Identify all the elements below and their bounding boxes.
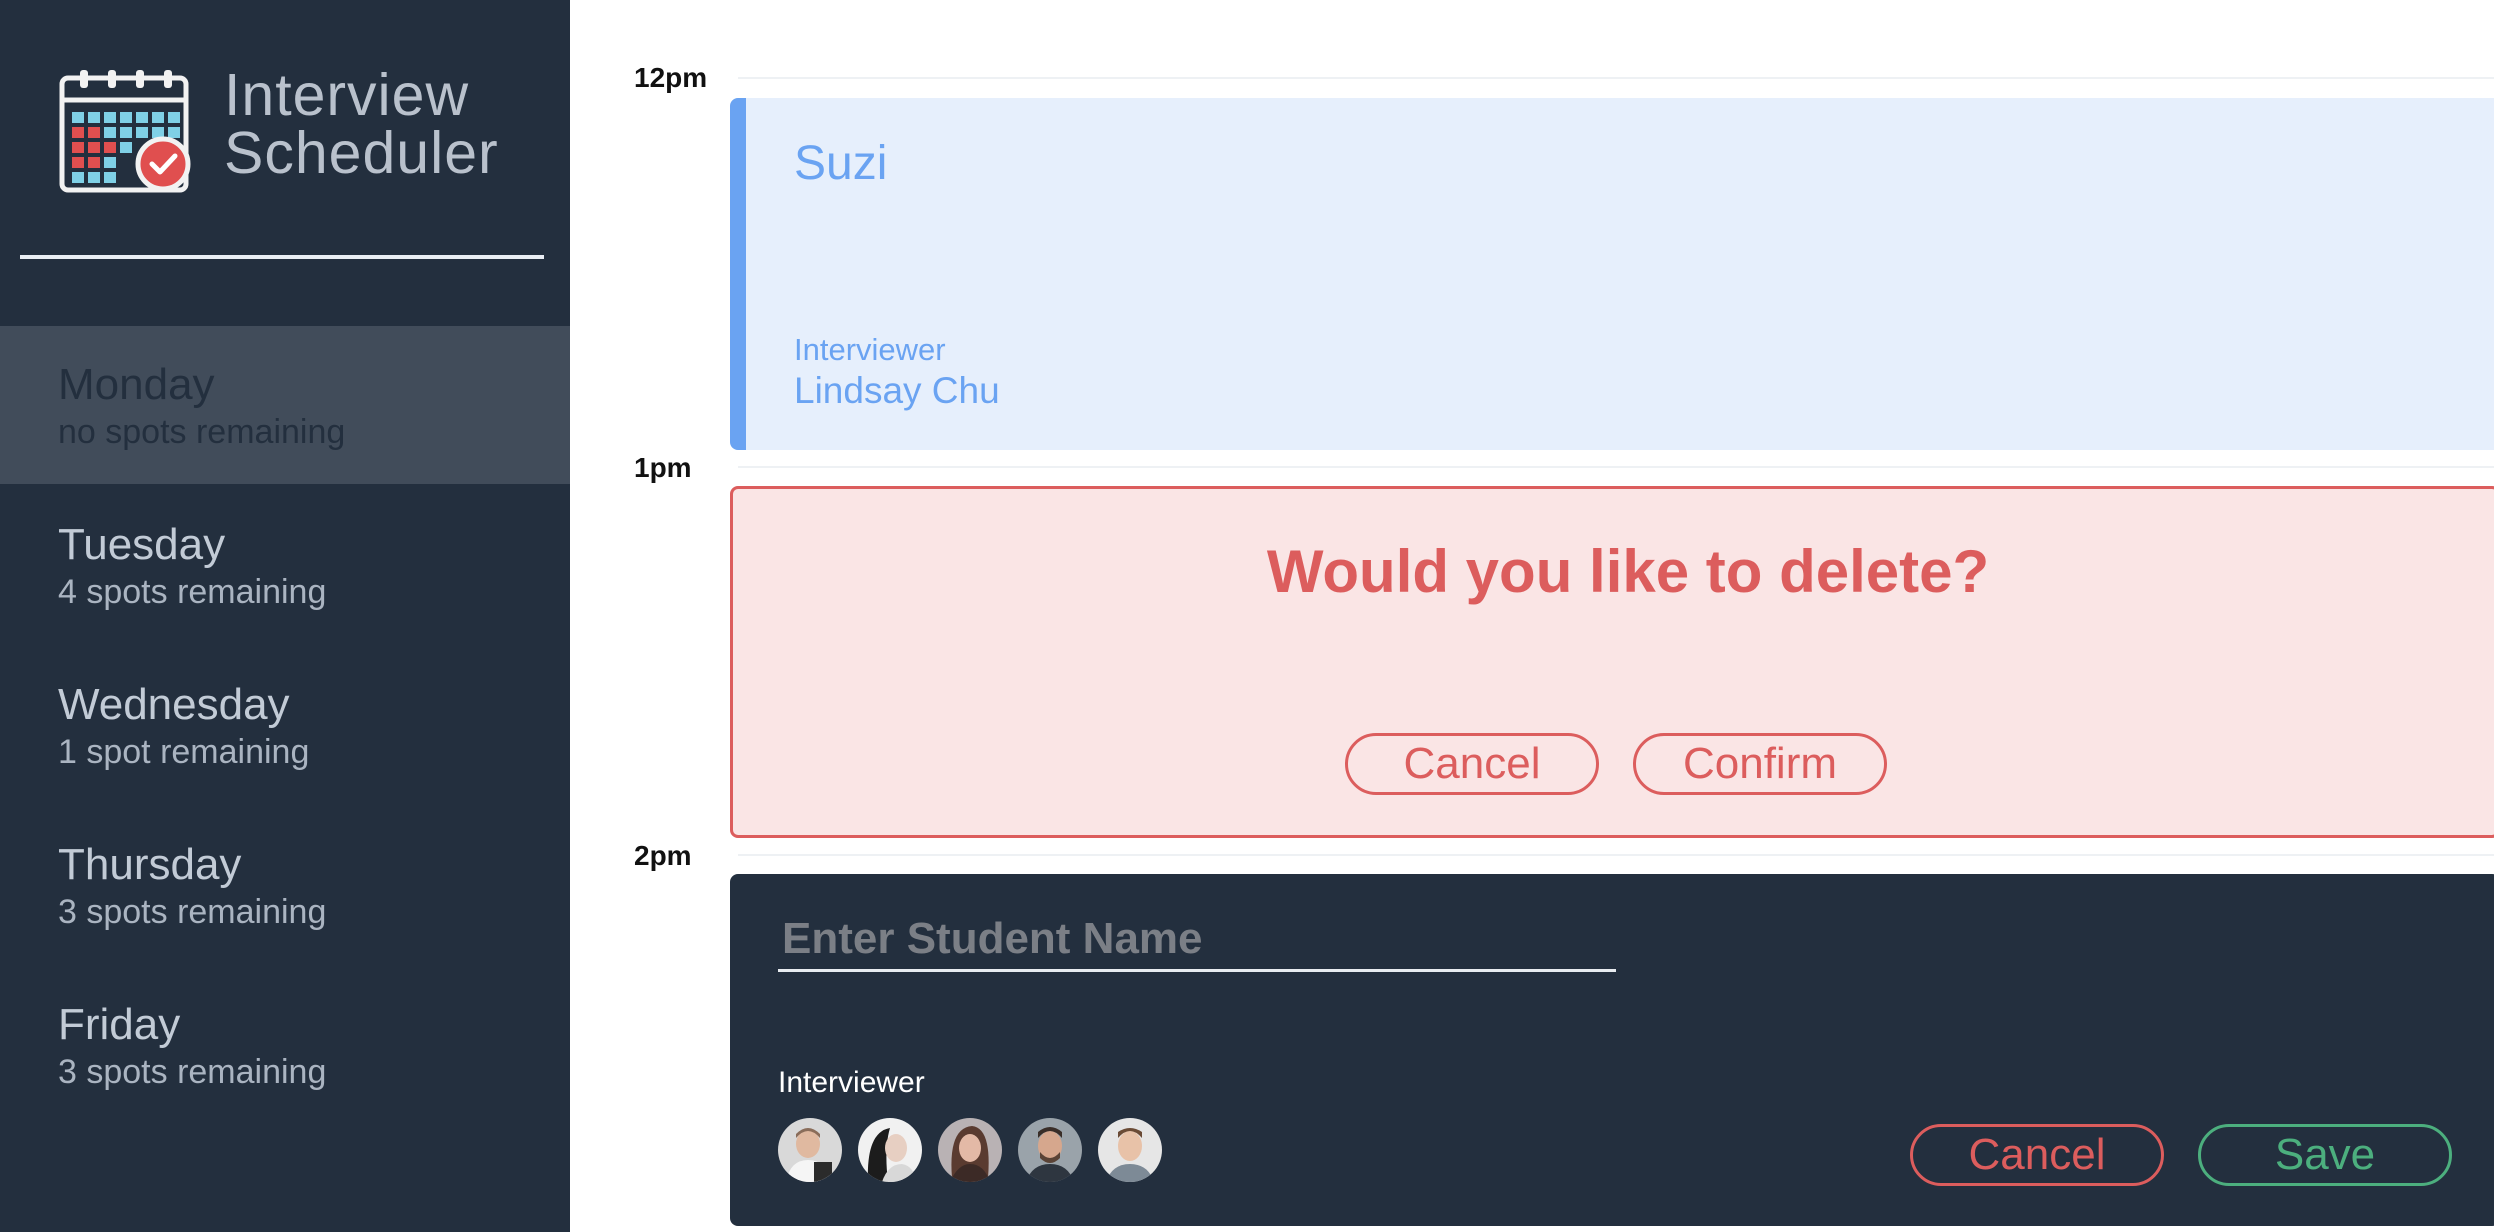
interviewer-avatar-5[interactable] bbox=[1098, 1118, 1162, 1182]
day-name: Wednesday bbox=[58, 680, 290, 729]
hour-separator bbox=[738, 77, 2494, 79]
day-spots: 1 spot remaining bbox=[58, 733, 310, 771]
sidebar: Interview Scheduler Monday no spots rema… bbox=[0, 0, 570, 1232]
confirm-cancel-button[interactable]: Cancel bbox=[1345, 733, 1599, 795]
interviewer-caption: Interviewer bbox=[794, 332, 946, 367]
interviewer-avatar-1[interactable] bbox=[778, 1118, 842, 1182]
interviewer-avatar-3[interactable] bbox=[938, 1118, 1002, 1182]
hour-separator bbox=[738, 854, 2494, 856]
appointment-booked: Suzi Interviewer Lindsay Chu bbox=[730, 98, 2494, 450]
calendar-logo-icon bbox=[58, 68, 198, 194]
app-title-line1: Interview bbox=[224, 62, 470, 128]
time-label-2pm: 2pm bbox=[634, 840, 692, 871]
appointment-confirm-delete: Would you like to delete? Cancel Confirm bbox=[730, 486, 2494, 838]
time-label-12pm: 12pm bbox=[634, 62, 708, 93]
day-spots: 3 spots remaining bbox=[58, 893, 327, 931]
day-item-friday[interactable]: Friday 3 spots remaining bbox=[0, 966, 570, 1124]
interviewer-avatar-4[interactable] bbox=[1018, 1118, 1082, 1182]
day-item-wednesday[interactable]: Wednesday 1 spot remaining bbox=[0, 646, 570, 804]
day-name: Thursday bbox=[58, 840, 242, 889]
day-spots: 3 spots remaining bbox=[58, 1053, 327, 1091]
app-title: Interview Scheduler bbox=[224, 62, 544, 186]
day-item-monday[interactable]: Monday no spots remaining bbox=[0, 326, 570, 484]
day-spots: no spots remaining bbox=[58, 413, 346, 451]
day-item-thursday[interactable]: Thursday 3 spots remaining bbox=[0, 806, 570, 964]
interviewer-name: Lindsay Chu bbox=[794, 370, 1000, 411]
form-save-button[interactable]: Save bbox=[2198, 1124, 2452, 1186]
hour-separator bbox=[738, 466, 2494, 468]
time-label-1pm: 1pm bbox=[634, 452, 692, 483]
day-name: Tuesday bbox=[58, 520, 226, 569]
confirm-message: Would you like to delete? bbox=[1266, 538, 1990, 605]
day-spots: 4 spots remaining bbox=[58, 573, 327, 611]
student-name: Suzi bbox=[794, 137, 888, 190]
day-item-tuesday[interactable]: Tuesday 4 spots remaining bbox=[0, 486, 570, 644]
interviewer-list-label: Interviewer bbox=[778, 1066, 925, 1099]
day-name: Monday bbox=[58, 360, 215, 409]
interviewer-avatar-2[interactable] bbox=[858, 1118, 922, 1182]
appointment-form: Interviewer bbox=[730, 874, 2494, 1226]
app-title-line2: Scheduler bbox=[224, 120, 499, 186]
confirm-delete-button[interactable]: Confirm bbox=[1633, 733, 1887, 795]
form-cancel-button[interactable]: Cancel bbox=[1910, 1124, 2164, 1186]
student-name-input[interactable] bbox=[778, 908, 1616, 972]
day-name: Friday bbox=[58, 1000, 181, 1049]
sidebar-divider bbox=[20, 255, 544, 259]
